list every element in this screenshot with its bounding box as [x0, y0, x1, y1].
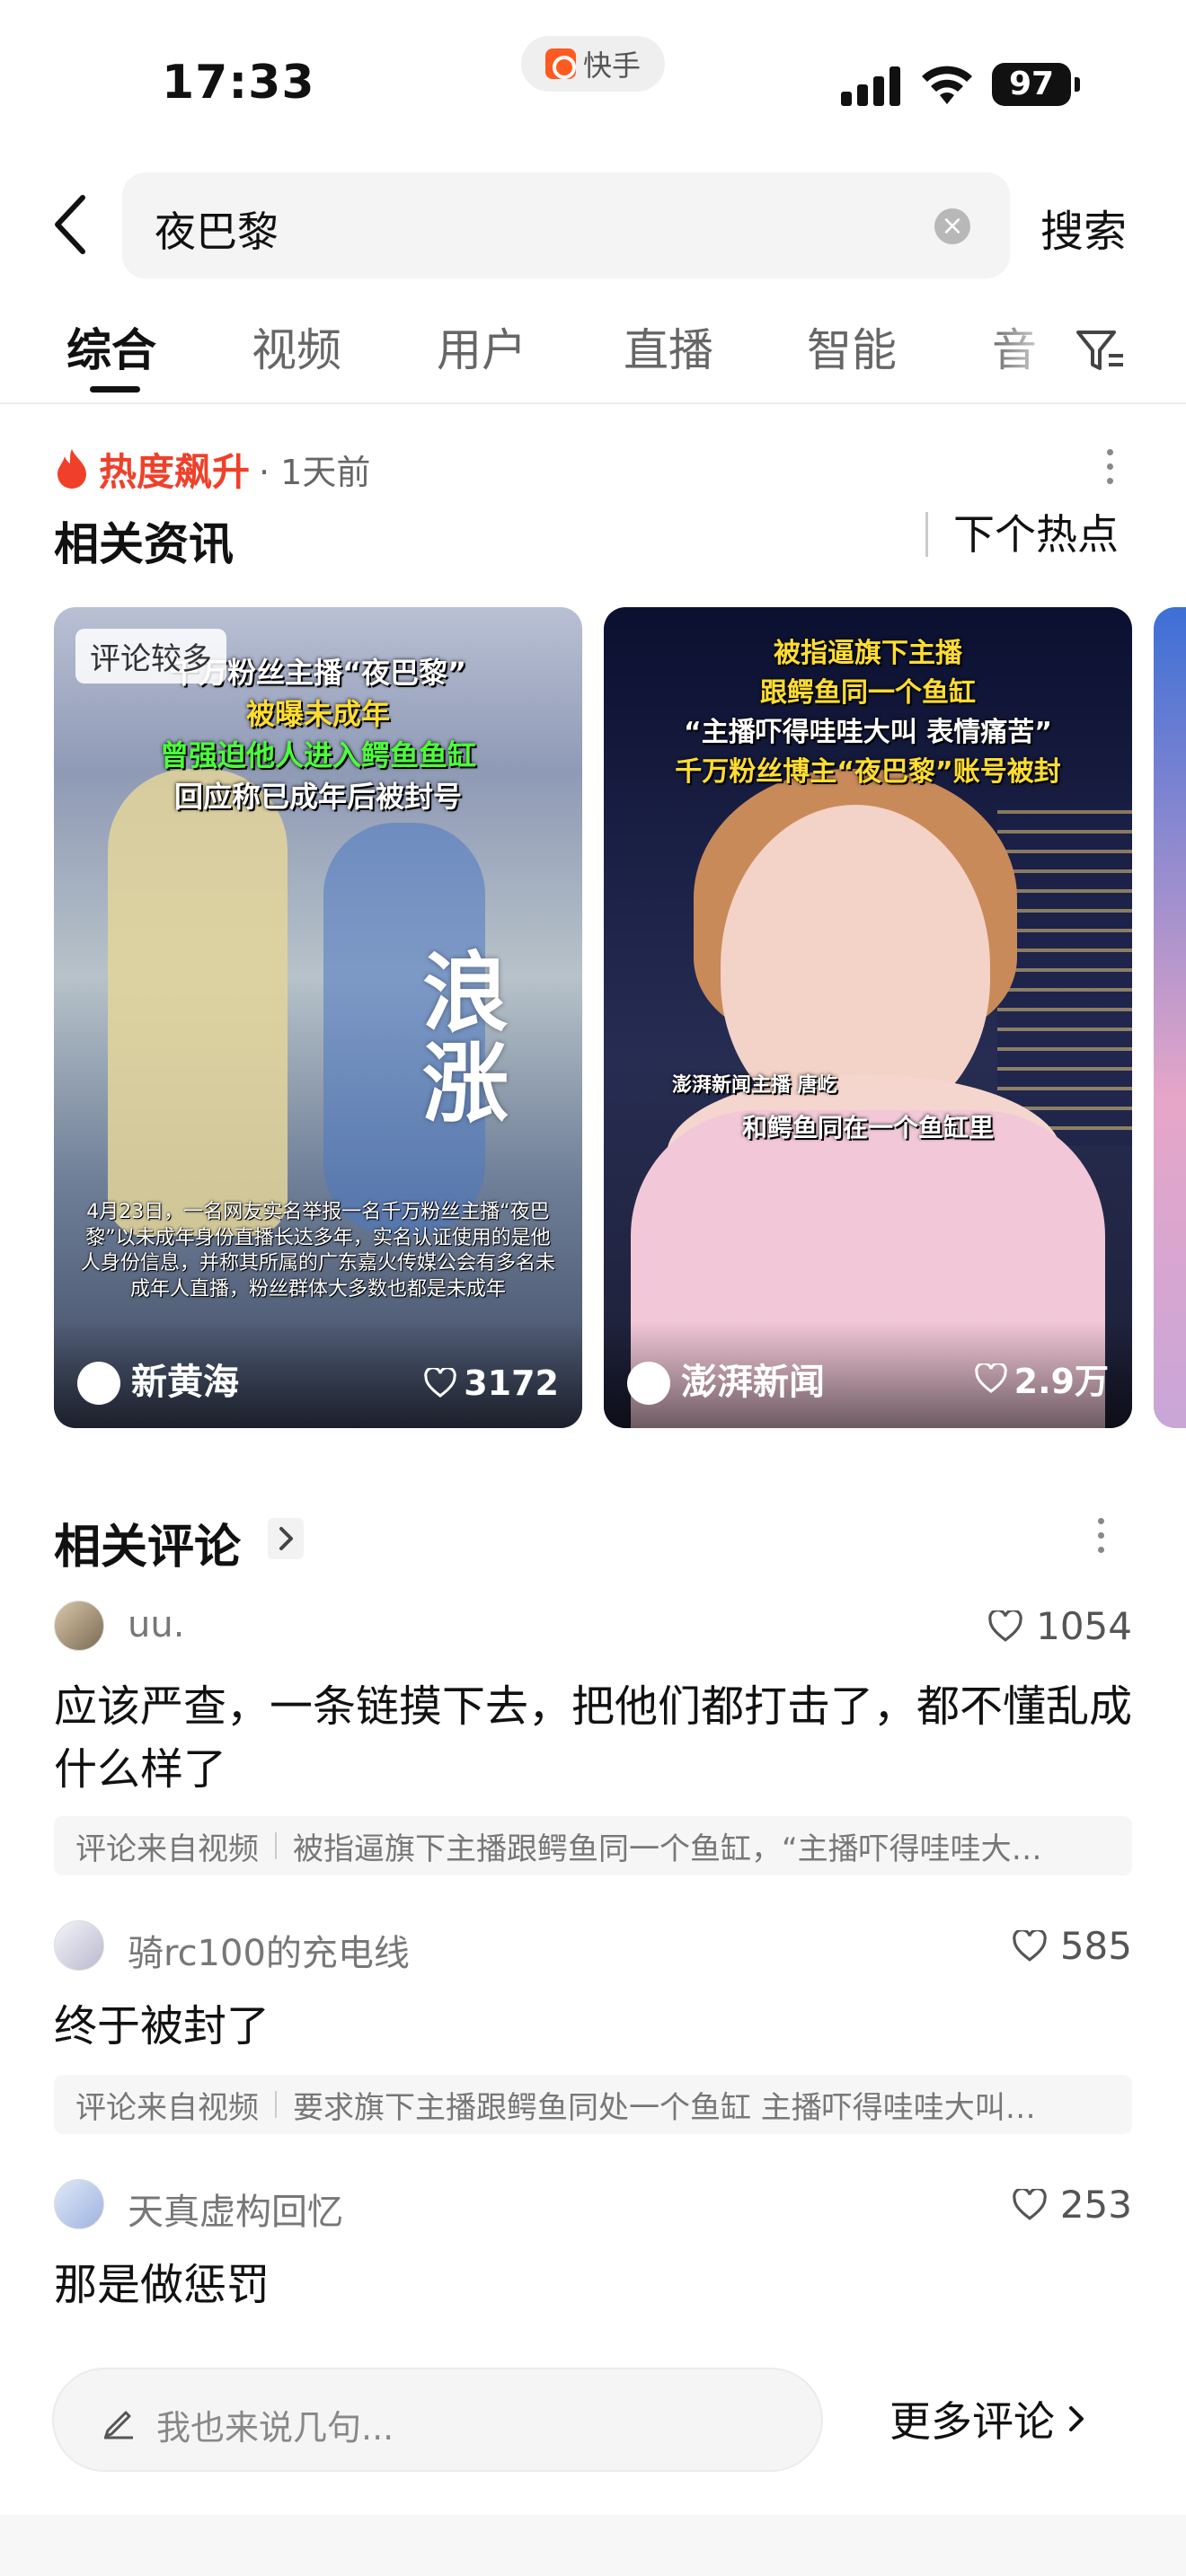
news-card[interactable]: 被指逼旗下主播 跟鳄鱼同一个鱼缸 “主播吓得哇哇大叫 表情痛苦” 千万粉丝博主“… — [604, 607, 1132, 1428]
separator — [275, 2091, 277, 2118]
status-time: 17:33 — [162, 56, 315, 110]
comment-text: 应该严查，一条链摸下去，把他们都打击了，都不懂乱成什么样了 — [54, 1681, 1133, 1795]
comment-source-label: 评论来自视频 — [75, 2089, 259, 2126]
card-likes-count: 3172 — [464, 1363, 559, 1403]
card-likes: 2.9万 — [974, 1354, 1109, 1403]
active-tab-indicator — [90, 386, 140, 393]
app-name: 快手 — [582, 49, 641, 83]
separator — [275, 1832, 277, 1859]
comment-item[interactable]: uu. 1054 应该严查，一条链摸下去，把他们都打击了，都不懂乱成什么样了 评… — [54, 1601, 1132, 1879]
flame-icon — [58, 449, 86, 489]
filter-icon[interactable] — [1075, 323, 1125, 377]
comment-source[interactable]: 评论来自视频 要求旗下主播跟鳄鱼同处一个鱼缸 主播吓得哇哇大叫… — [54, 2075, 1132, 2134]
card-source: 澎湃新闻 — [681, 1362, 825, 1403]
comment-text: 终于被封了 — [54, 2001, 270, 2051]
card-badge: 评论较多 — [75, 629, 226, 684]
status-bar: 17:33 快手 97 — [0, 0, 1186, 153]
tab-live[interactable]: 直播 — [624, 314, 713, 379]
search-query[interactable]: 夜巴黎 — [155, 199, 279, 259]
card-subtitle: 澎湃新闻主播 唐屹 — [672, 1074, 837, 1097]
comment-likes-count: 253 — [1059, 2183, 1132, 2227]
card-caption-line: 跟鳄鱼同一个鱼缸 — [760, 677, 976, 709]
comment-likes[interactable]: 585 — [1012, 1924, 1132, 1968]
comment-likes[interactable]: 253 — [1012, 2183, 1132, 2227]
comment-likes-count: 1054 — [1036, 1604, 1132, 1648]
card-source: 新黄海 — [131, 1362, 239, 1403]
comment-username[interactable]: 骑rc100的充电线 — [128, 1924, 410, 1976]
tab-smart[interactable]: 智能 — [807, 314, 897, 379]
tab-users[interactable]: 用户 — [437, 314, 527, 379]
section-title-news: 相关资讯 — [54, 518, 234, 570]
more-comments-label: 更多评论 — [890, 2397, 1055, 2446]
battery-indicator: 97 — [992, 63, 1080, 106]
clear-icon[interactable]: × — [934, 208, 970, 244]
more-comments-button[interactable]: 更多评论 — [890, 2389, 1087, 2448]
card-likes-count: 2.9万 — [1013, 1362, 1109, 1401]
chevron-right-icon — [1069, 2406, 1084, 2431]
hot-time: · 1天前 — [259, 452, 371, 492]
comment-source-text: 被指逼旗下主播跟鳄鱼同一个鱼缸，“主播吓得哇哇大… — [293, 1831, 1042, 1867]
comment-likes[interactable]: 1054 — [987, 1604, 1132, 1648]
source-avatar — [77, 1362, 120, 1405]
card-caption-line: 曾强迫他人进入鳄鱼鱼缸 — [159, 738, 476, 772]
video-thumbnail-figure — [108, 769, 288, 1236]
card-body-text: 4月23日，一名网友实名举报一名千万粉丝主播“夜巴黎”以未成年身份直播长达多年，… — [81, 1201, 556, 1301]
source-avatar — [627, 1362, 670, 1405]
comment-likes-count: 585 — [1059, 1924, 1132, 1968]
home-indicator-area — [0, 2515, 1186, 2576]
more-options-icon[interactable] — [1103, 446, 1116, 490]
pencil-icon — [104, 2411, 133, 2439]
avatar[interactable] — [54, 2179, 104, 2229]
comment-username[interactable]: uu. — [128, 1604, 184, 1645]
tab-general[interactable]: 综合 — [66, 314, 156, 379]
app-indicator[interactable]: 快手 — [521, 36, 665, 92]
kuaishou-logo-icon — [544, 49, 576, 79]
comment-username[interactable]: 天真虚构回忆 — [128, 2183, 343, 2235]
card-caption-line: 被曝未成年 — [245, 697, 390, 731]
cellular-signal-icon — [841, 66, 902, 106]
heart-icon — [974, 1363, 1007, 1393]
hot-trend-row: 热度飙升 · 1天前 — [54, 442, 370, 496]
back-arrow-icon[interactable] — [47, 192, 97, 257]
comment-text: 那是做惩罚 — [54, 2260, 270, 2310]
card-caption-line: 千万粉丝博主“夜巴黎”账号被封 — [675, 756, 1061, 788]
card-overlay-title: 浪涨 — [422, 942, 509, 1134]
heart-icon — [1013, 1929, 1047, 1962]
heart-icon — [988, 1610, 1022, 1642]
more-options-icon[interactable] — [1094, 1514, 1107, 1559]
avatar[interactable] — [54, 1920, 104, 1971]
wifi-icon — [922, 66, 972, 104]
heart-icon — [424, 1368, 456, 1398]
card-subtitle: 和鳄鱼同在一个鱼缸里 — [741, 1113, 994, 1142]
comment-input-placeholder: 我也来说几句... — [156, 2408, 394, 2448]
tab-video[interactable]: 视频 — [252, 314, 341, 379]
comment-input[interactable]: 我也来说几句... — [52, 2368, 823, 2472]
comment-source-label: 评论来自视频 — [75, 1831, 259, 1867]
comment-item[interactable]: 天真虚构回忆 253 那是做惩罚 — [54, 2179, 1132, 2341]
comment-item[interactable]: 骑rc100的充电线 585 终于被封了 评论来自视频 要求旗下主播跟鳄鱼同处一… — [54, 1920, 1132, 2139]
card-caption-line: 回应称已成年后被封号 — [173, 780, 462, 814]
search-input[interactable]: 夜巴黎 × — [122, 172, 1010, 278]
heart-icon — [1013, 2188, 1047, 2220]
comment-source-text: 要求旗下主播跟鳄鱼同处一个鱼缸 主播吓得哇哇大叫… — [293, 2089, 1036, 2126]
next-hot-button[interactable]: 下个热点 — [925, 512, 1119, 557]
news-card-peek[interactable] — [1154, 607, 1186, 1428]
comment-source[interactable]: 评论来自视频 被指逼旗下主播跟鳄鱼同一个鱼缸，“主播吓得哇哇大… — [54, 1816, 1132, 1875]
search-button[interactable]: 搜索 — [1040, 196, 1127, 259]
section-title-comments[interactable]: 相关评论 — [54, 1509, 241, 1576]
card-caption-line: 被指逼旗下主播 — [774, 638, 962, 669]
card-caption-line: “主播吓得哇哇大叫 表情痛苦” — [684, 717, 1052, 748]
search-tabs: 综合 视频 用户 直播 智能 音 — [0, 305, 1186, 404]
news-card[interactable]: 千万粉丝主播“夜巴黎” 被曝未成年 曾强迫他人进入鳄鱼鱼缸 回应称已成年后被封号… — [54, 607, 582, 1428]
card-likes: 3172 — [424, 1363, 559, 1403]
city-lights-background — [997, 805, 1132, 1146]
hot-label: 热度飙升 — [99, 449, 251, 494]
chevron-right-icon[interactable] — [268, 1518, 304, 1559]
avatar[interactable] — [54, 1601, 104, 1651]
